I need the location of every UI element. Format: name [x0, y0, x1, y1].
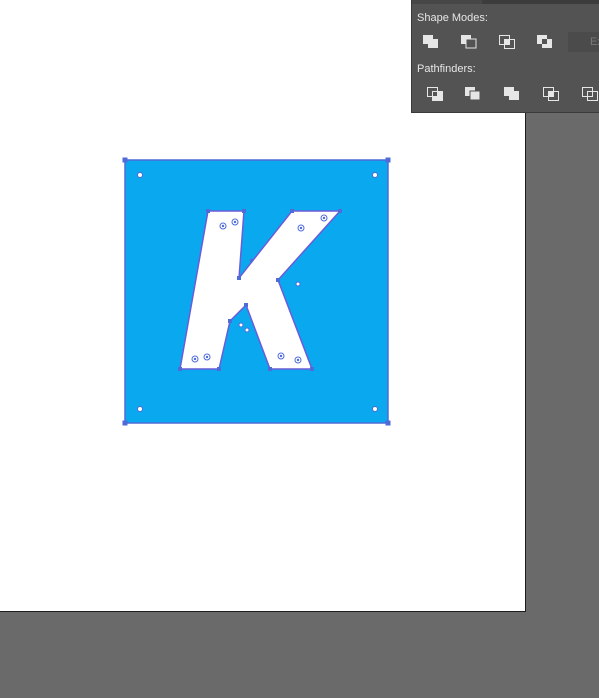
shape-modes-label: Shape Modes:	[417, 12, 488, 24]
divide-button[interactable]	[424, 84, 446, 104]
pathfinders-label: Pathfinders:	[417, 63, 476, 75]
panel-header-bar	[412, 0, 599, 4]
expand-button[interactable]: Ex	[568, 32, 599, 52]
divide-icon	[427, 87, 443, 101]
intersect-button[interactable]	[496, 32, 518, 52]
trim-icon	[465, 87, 481, 101]
crop-button[interactable]	[540, 84, 562, 104]
unite-icon	[423, 35, 438, 48]
unite-button[interactable]	[420, 32, 442, 52]
pathfinder-panel: Shape Modes: Ex Pathfinders:	[411, 0, 599, 113]
trim-button[interactable]	[462, 84, 484, 104]
minus-front-icon	[461, 35, 477, 49]
merge-icon	[504, 87, 519, 100]
crop-icon	[543, 87, 559, 101]
intersect-icon	[499, 35, 515, 49]
merge-button[interactable]	[501, 84, 523, 104]
exclude-button[interactable]	[534, 32, 556, 52]
outline-button[interactable]	[579, 84, 599, 104]
minus-front-button[interactable]	[458, 32, 480, 52]
exclude-icon	[537, 35, 552, 48]
outline-icon	[582, 87, 598, 101]
